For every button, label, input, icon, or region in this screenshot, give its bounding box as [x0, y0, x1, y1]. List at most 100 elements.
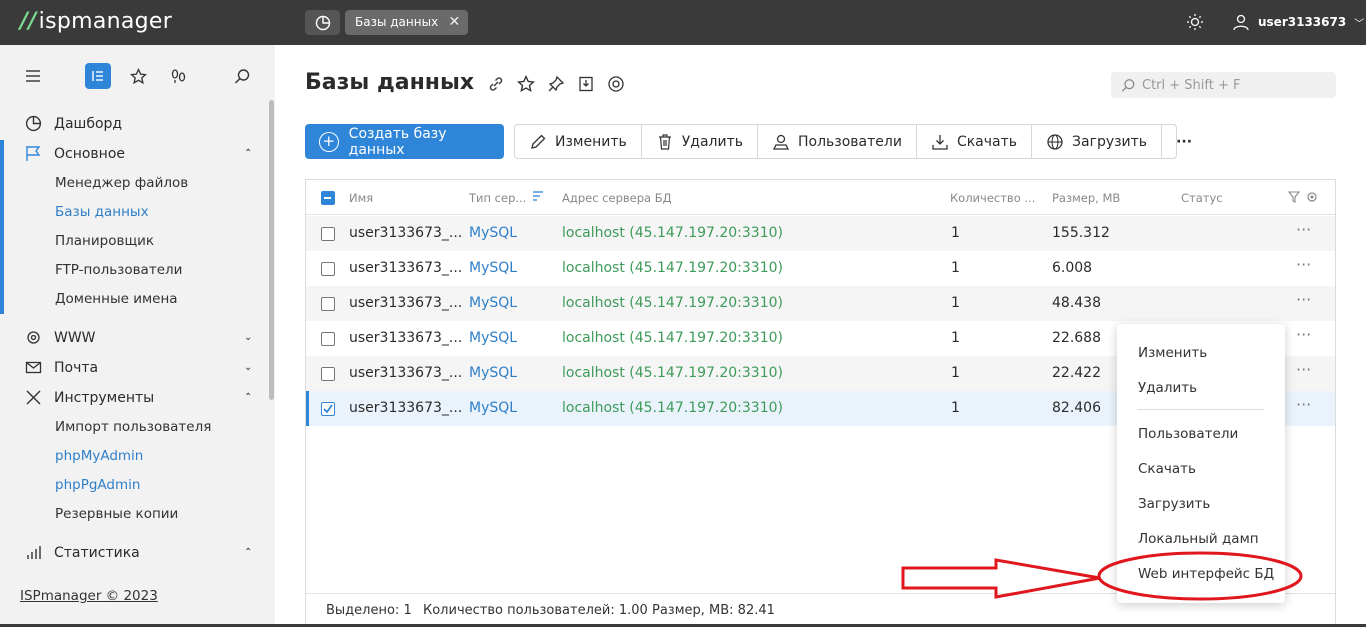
search-input[interactable]: Ctrl + Shift + F	[1142, 78, 1240, 93]
trash-icon	[658, 133, 671, 150]
menu-item-web-interface[interactable]: Web интерфейс БД	[1138, 566, 1274, 582]
export-icon[interactable]	[577, 75, 595, 93]
sidebar-item-import-user[interactable]: Импорт пользователя	[55, 419, 211, 435]
chevron-down-icon: ⌄	[244, 332, 253, 343]
row-checkbox[interactable]	[321, 297, 335, 311]
row-menu-icon[interactable]: ···	[1296, 255, 1311, 274]
menu-button[interactable]	[20, 63, 46, 89]
cell-name[interactable]: user3133673_...	[349, 365, 462, 381]
menu-item-edit[interactable]: Изменить	[1138, 345, 1207, 361]
sidebar-item-databases[interactable]: Базы данных	[55, 204, 149, 220]
dashboard-icon	[25, 115, 42, 132]
sidebar-item-phppgadmin[interactable]: phpPgAdmin	[55, 477, 140, 493]
sidebar-item-backups[interactable]: Резервные копии	[55, 506, 178, 522]
cell-address: localhost (45.147.197.20:3310)	[562, 330, 783, 346]
plus-icon: +	[319, 131, 339, 152]
sort-icon[interactable]	[532, 189, 544, 206]
filter-icon[interactable]	[1287, 191, 1301, 206]
column-header-name[interactable]: Имя	[349, 191, 373, 205]
row-menu-icon[interactable]: ···	[1296, 360, 1311, 379]
create-database-button[interactable]: + Создать базу данных	[305, 124, 504, 159]
row-checkbox[interactable]	[321, 227, 335, 241]
favorites-button[interactable]	[125, 63, 151, 89]
column-header-type[interactable]: Тип сер...	[469, 191, 526, 205]
sidebar: Дашборд Основное ⌃ Менеджер файлов Базы …	[0, 45, 275, 627]
pin-icon[interactable]	[547, 75, 565, 93]
users-button[interactable]: Пользователи	[758, 125, 917, 158]
row-checkbox[interactable]	[321, 367, 335, 381]
row-checkbox-checked[interactable]	[321, 402, 335, 416]
row-checkbox[interactable]	[321, 332, 335, 346]
menu-item-download[interactable]: Скачать	[1138, 461, 1196, 477]
menu-list-button[interactable]	[85, 63, 111, 89]
cell-size: 48.438	[1052, 295, 1101, 311]
table-row[interactable]: user3133673_... MySQL localhost (45.147.…	[306, 286, 1335, 321]
star-icon[interactable]	[517, 75, 535, 93]
menu-item-delete[interactable]: Удалить	[1138, 380, 1197, 396]
upload-button[interactable]: Загрузить	[1032, 125, 1163, 158]
cell-type: MySQL	[469, 295, 518, 311]
tab-databases[interactable]: Базы данных ✕	[345, 10, 469, 35]
sidebar-item-tools[interactable]: Инструменты ⌃	[25, 389, 252, 406]
cell-name[interactable]: user3133673_...	[349, 330, 462, 346]
sidebar-item-statistics[interactable]: Статистика ⌃	[25, 544, 252, 561]
logo[interactable]: //ispmanager	[20, 9, 172, 34]
row-menu-icon[interactable]: ···	[1296, 325, 1311, 344]
close-icon[interactable]: ✕	[448, 10, 460, 35]
more-button[interactable]: ···	[1162, 125, 1206, 158]
sidebar-item-mail[interactable]: Почта ⌄	[25, 359, 252, 376]
bar-chart-icon	[27, 546, 41, 559]
sidebar-item-dashboard[interactable]: Дашборд	[25, 115, 122, 132]
sidebar-search-button[interactable]	[229, 63, 255, 89]
cell-name[interactable]: user3133673_...	[349, 260, 462, 276]
menu-item-users[interactable]: Пользователи	[1138, 426, 1238, 442]
sidebar-item-main[interactable]: Основное ⌃	[25, 145, 252, 162]
row-menu-icon[interactable]: ···	[1296, 290, 1311, 309]
help-icon[interactable]	[607, 75, 625, 93]
column-header-status[interactable]: Статус	[1181, 191, 1223, 205]
copyright-link[interactable]: ISPmanager © 2023	[20, 588, 158, 604]
user-menu[interactable]: user3133673 ﹀	[1232, 13, 1364, 31]
delete-button[interactable]: Удалить	[642, 125, 758, 158]
column-header-size[interactable]: Размер, MB	[1052, 191, 1120, 205]
theme-toggle[interactable]	[1186, 13, 1204, 35]
sidebar-item-label: Инструменты	[54, 389, 155, 406]
link-icon[interactable]	[487, 75, 505, 93]
active-section-indicator	[0, 140, 4, 314]
sidebar-item-domain-names[interactable]: Доменные имена	[55, 291, 178, 307]
sidebar-item-www[interactable]: WWW ⌄	[25, 329, 252, 346]
cell-size: 82.406	[1052, 400, 1101, 416]
menu-item-upload[interactable]: Загрузить	[1138, 496, 1210, 512]
sidebar-item-file-manager[interactable]: Менеджер файлов	[55, 175, 188, 191]
global-search[interactable]: Ctrl + Shift + F	[1111, 72, 1336, 98]
sidebar-item-scheduler[interactable]: Планировщик	[55, 233, 154, 249]
edit-button[interactable]: Изменить	[515, 125, 642, 158]
chevron-down-icon: ﹀	[1354, 18, 1365, 30]
row-menu-icon[interactable]: ···	[1296, 220, 1311, 239]
row-checkbox[interactable]	[321, 262, 335, 276]
dashboard-tab-button[interactable]	[305, 10, 340, 35]
sidebar-item-ftp-users[interactable]: FTP-пользователи	[55, 262, 182, 278]
column-header-count[interactable]: Количество ...	[950, 191, 1035, 205]
select-all-checkbox[interactable]	[321, 191, 335, 205]
row-menu-icon[interactable]: ···	[1296, 395, 1311, 414]
cell-count: 1	[951, 295, 960, 311]
table-row[interactable]: user3133673_... MySQL localhost (45.147.…	[306, 251, 1335, 286]
cell-name[interactable]: user3133673_...	[349, 225, 462, 241]
column-header-address[interactable]: Адрес сервера БД	[562, 191, 672, 205]
sidebar-item-phpmyadmin[interactable]: phpMyAdmin	[55, 448, 143, 464]
download-button[interactable]: Скачать	[917, 125, 1033, 158]
cell-address: localhost (45.147.197.20:3310)	[562, 365, 783, 381]
cell-name[interactable]: user3133673_...	[349, 400, 462, 416]
cell-size: 22.422	[1052, 365, 1101, 381]
cell-type: MySQL	[469, 365, 518, 381]
delete-label: Удалить	[681, 133, 743, 150]
cell-name[interactable]: user3133673_...	[349, 295, 462, 311]
title-actions	[487, 75, 625, 93]
sidebar-scrollbar[interactable]	[269, 100, 274, 400]
table-header: Имя Тип сер... Адрес сервера БД Количест…	[306, 180, 1335, 215]
gear-icon[interactable]	[1306, 191, 1318, 206]
menu-item-local-dump[interactable]: Локальный дамп	[1138, 531, 1259, 547]
table-row[interactable]: user3133673_... MySQL localhost (45.147.…	[306, 216, 1335, 251]
recent-button[interactable]	[165, 63, 191, 89]
